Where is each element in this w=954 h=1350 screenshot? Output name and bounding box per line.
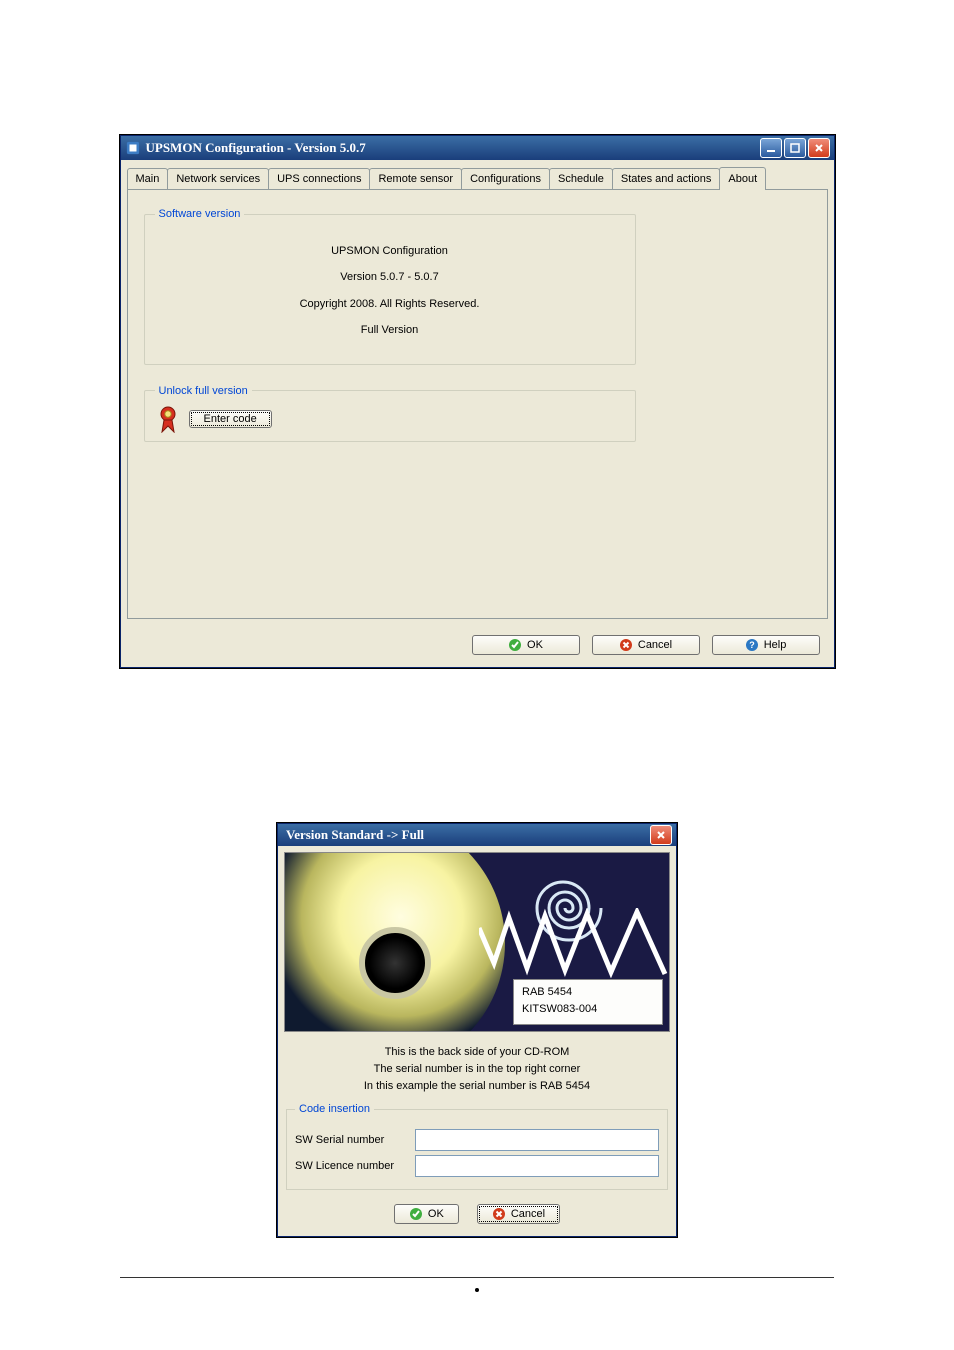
sv-line1: UPSMON Configuration: [155, 238, 625, 264]
window-buttons: [760, 138, 830, 158]
cd-description: This is the back side of your CD-ROM The…: [278, 1038, 676, 1101]
tab-about[interactable]: About: [719, 167, 766, 190]
cancel-icon: [619, 638, 633, 652]
help-icon: ?: [745, 638, 759, 652]
close-button[interactable]: [808, 138, 830, 158]
desc-line3: In this example the serial number is RAB…: [288, 1078, 666, 1095]
serial-illustration-box: RAB 5454 KITSW083-004: [513, 979, 663, 1025]
close-button[interactable]: [650, 825, 672, 845]
titlebar[interactable]: Version Standard -> Full: [278, 824, 676, 846]
tab-main[interactable]: Main: [127, 168, 169, 189]
help-button[interactable]: ? Help: [712, 635, 820, 655]
sv-line4: Full Version: [155, 317, 625, 343]
desc-line1: This is the back side of your CD-ROM: [288, 1044, 666, 1061]
page-number: [0, 1284, 954, 1296]
maximize-button[interactable]: [784, 138, 806, 158]
tab-states-and-actions[interactable]: States and actions: [612, 168, 721, 189]
window-title: UPSMON Configuration - Version 5.0.7: [146, 140, 760, 156]
tabstrip: Main Network services UPS connections Re…: [121, 160, 834, 189]
cd-illustration: RAB 5454 KITSW083-004: [284, 852, 670, 1032]
serial-line2: KITSW083-004: [522, 1001, 654, 1018]
sw-serial-input[interactable]: [415, 1129, 659, 1151]
tab-remote-sensor[interactable]: Remote sensor: [369, 168, 462, 189]
desc-line2: The serial number is in the top right co…: [288, 1061, 666, 1078]
unlock-group: Unlock full version Enter code: [144, 385, 636, 442]
sv-line2: Version 5.0.7 - 5.0.7: [155, 264, 625, 290]
minimize-button[interactable]: [760, 138, 782, 158]
enter-code-button[interactable]: Enter code: [189, 410, 272, 428]
unlock-legend: Unlock full version: [155, 385, 252, 397]
ok-icon: [409, 1207, 423, 1221]
tab-network-services[interactable]: Network services: [167, 168, 269, 189]
tabpage-about: Software version UPSMON Configuration Ve…: [127, 189, 828, 619]
code-insertion-legend: Code insertion: [295, 1103, 374, 1115]
sw-licence-label: SW Licence number: [295, 1160, 405, 1172]
tab-configurations[interactable]: Configurations: [461, 168, 550, 189]
window-title: Version Standard -> Full: [282, 827, 650, 843]
app-icon: [125, 140, 141, 156]
ok-icon: [508, 638, 522, 652]
zigzag-graphic: [479, 908, 669, 978]
cancel-button[interactable]: Cancel: [592, 635, 700, 655]
cancel-button[interactable]: Cancel: [477, 1204, 560, 1224]
sw-licence-input[interactable]: [415, 1155, 659, 1177]
serial-line1: RAB 5454: [522, 984, 654, 1001]
tab-ups-connections[interactable]: UPS connections: [268, 168, 370, 189]
code-insertion-group: Code insertion SW Serial number SW Licen…: [286, 1103, 668, 1190]
titlebar[interactable]: UPSMON Configuration - Version 5.0.7: [121, 136, 834, 160]
svg-text:?: ?: [749, 640, 755, 650]
cancel-icon: [492, 1207, 506, 1221]
sw-serial-label: SW Serial number: [295, 1134, 405, 1146]
ok-button[interactable]: OK: [394, 1204, 459, 1224]
dialog-footer: OK Cancel: [278, 1196, 676, 1236]
software-version-group: Software version UPSMON Configuration Ve…: [144, 208, 636, 365]
page-divider: [120, 1277, 834, 1278]
sv-line3: Copyright 2008. All Rights Reserved.: [155, 291, 625, 317]
version-upgrade-window: Version Standard -> Full RAB 5454 KITSW0…: [277, 823, 677, 1237]
tab-schedule[interactable]: Schedule: [549, 168, 613, 189]
ribbon-icon: [157, 405, 179, 433]
software-version-legend: Software version: [155, 208, 245, 220]
dialog-footer: OK Cancel ? Help: [121, 625, 834, 667]
upsmon-config-window: UPSMON Configuration - Version 5.0.7 Mai…: [120, 135, 835, 668]
ok-button[interactable]: OK: [472, 635, 580, 655]
